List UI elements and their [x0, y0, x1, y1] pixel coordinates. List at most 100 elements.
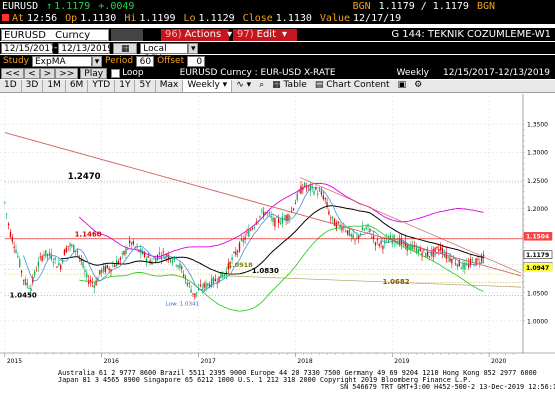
tab-6m[interactable]: 6M [66, 80, 89, 92]
candle-body [196, 292, 198, 294]
line-chart-icon[interactable]: ∿ ▾ [232, 80, 255, 92]
y-axis: 1.35001.30001.25001.20001.15001.10001.05… [522, 94, 555, 369]
end-date-input[interactable]: 12/13/2019 [58, 42, 113, 54]
offset-label: Offset [157, 56, 185, 66]
security-toolbar: EURUSD Curncy 96) Actions ▾ 97) Edit ▾ G 144… [0, 28, 555, 41]
open-value: 1.1130 [80, 12, 117, 24]
candle-body [199, 284, 202, 287]
candle-body [352, 234, 354, 240]
candle-body [460, 267, 462, 269]
tab-ytd[interactable]: YTD [88, 80, 116, 92]
price-chart[interactable]: 1.2470 1.1460 1.09181.0830 1.0682 1.0450 Low:… [0, 94, 555, 369]
table-icon[interactable]: ▦ Table [268, 80, 311, 92]
candle-body [145, 258, 148, 262]
prev-button[interactable]: < [24, 67, 40, 79]
candle-body [235, 251, 237, 256]
candle-body [354, 239, 356, 241]
level-label-4: 1.0830 [252, 267, 279, 275]
table-button[interactable]: Table [284, 80, 307, 90]
candle-body [374, 242, 377, 246]
tab-max[interactable]: Max [156, 80, 184, 92]
candle-body [350, 234, 352, 237]
security-input[interactable]: EURUSD Curncy [1, 28, 109, 41]
candle-body [369, 228, 371, 231]
candle-body [328, 211, 330, 215]
candle-body [106, 265, 108, 269]
start-date-input[interactable]: 12/15/2017 [1, 42, 56, 54]
candle-body [41, 256, 43, 261]
candle-body [456, 264, 459, 268]
candle-body [305, 187, 308, 189]
play-button[interactable]: Play [80, 67, 108, 79]
candle-body [246, 232, 248, 233]
candle-body [43, 254, 45, 257]
zoom-icon[interactable]: ⌕ [255, 80, 268, 92]
chevron-down-icon[interactable]: ▾ [188, 42, 199, 54]
candle-body [222, 274, 224, 278]
level-label-6: 1.0450 [10, 291, 37, 299]
save-icon[interactable]: ▣ [394, 80, 411, 92]
candle-body [279, 223, 282, 225]
study-select[interactable]: ExpMA [32, 55, 92, 67]
candle-body [453, 258, 455, 260]
rewind-button[interactable]: << [1, 67, 25, 79]
candle-body [287, 214, 289, 221]
settings-icon[interactable]: ⚙ [410, 80, 426, 92]
candle-body [158, 252, 161, 255]
chart-name: EURUSD Curncy : EUR-USD X-RATE [179, 68, 336, 78]
candle-body [259, 215, 261, 218]
forward-button[interactable]: >> [55, 67, 79, 79]
actions-menu[interactable]: 96) Actions ▾ [161, 28, 232, 41]
candle-body [60, 265, 62, 270]
calendar-icon[interactable]: ▦ [113, 42, 138, 54]
chart-content-button[interactable]: Chart Content [326, 80, 389, 90]
candle-body [112, 265, 114, 267]
tab-5y[interactable]: 5Y [135, 80, 156, 92]
candle-body [248, 229, 250, 237]
candle-body [52, 261, 54, 264]
candle-body [281, 216, 284, 224]
candle-body [121, 253, 123, 254]
chart-content-icon[interactable]: ▤ Chart Content [311, 80, 394, 92]
period-input[interactable]: 60 [136, 55, 155, 67]
x-tick-label: 2019 [394, 358, 409, 365]
candle-body [270, 216, 272, 218]
level-label-3: 1.0918 [228, 261, 254, 269]
security-spacer [111, 28, 143, 41]
candle-body [58, 262, 60, 266]
candle-body [24, 279, 26, 285]
candle-body [147, 255, 149, 258]
candle-body [13, 246, 15, 248]
tab-3d[interactable]: 3D [22, 80, 44, 92]
chevron-down-icon[interactable]: ▾ [92, 55, 102, 67]
candle-body [78, 255, 80, 257]
high-value: 1.1199 [139, 12, 176, 24]
candle-body [467, 263, 470, 268]
frequency-select[interactable]: Weekly ▾ [183, 80, 233, 92]
frequency-label: Weekly [396, 68, 429, 78]
candle-body [272, 217, 274, 222]
edit-menu[interactable]: 97) Edit ▾ [233, 28, 297, 41]
quote-line-1: EURUSD ↑ 1.1179 +.0049 BGN 1.1179 / 1.11… [0, 0, 555, 12]
tab-1d[interactable]: 1D [0, 80, 22, 92]
price-label-text: 1.1504 [526, 234, 549, 241]
candle-body [15, 249, 17, 253]
y-tick-label: 1.3500 [527, 122, 548, 129]
tab-1m[interactable]: 1M [43, 80, 66, 92]
loop-checkbox[interactable] [111, 68, 121, 78]
offset-input[interactable]: 0 [187, 55, 206, 67]
at-label: At [12, 12, 25, 24]
candle-body [438, 249, 440, 252]
tab-1y[interactable]: 1Y [115, 80, 136, 92]
high-label: Hi [124, 12, 137, 24]
next-button[interactable]: > [39, 67, 56, 79]
candle-body [56, 266, 58, 268]
candle-body [250, 230, 252, 231]
ticker-symbol: EURUSD [2, 0, 39, 12]
candle-body [441, 248, 444, 255]
currency-select[interactable]: Local CCY [140, 42, 189, 64]
red-square-icon [2, 13, 9, 24]
candle-body [190, 289, 192, 293]
price-change: +.0049 [98, 0, 135, 12]
candle-body [276, 217, 278, 219]
